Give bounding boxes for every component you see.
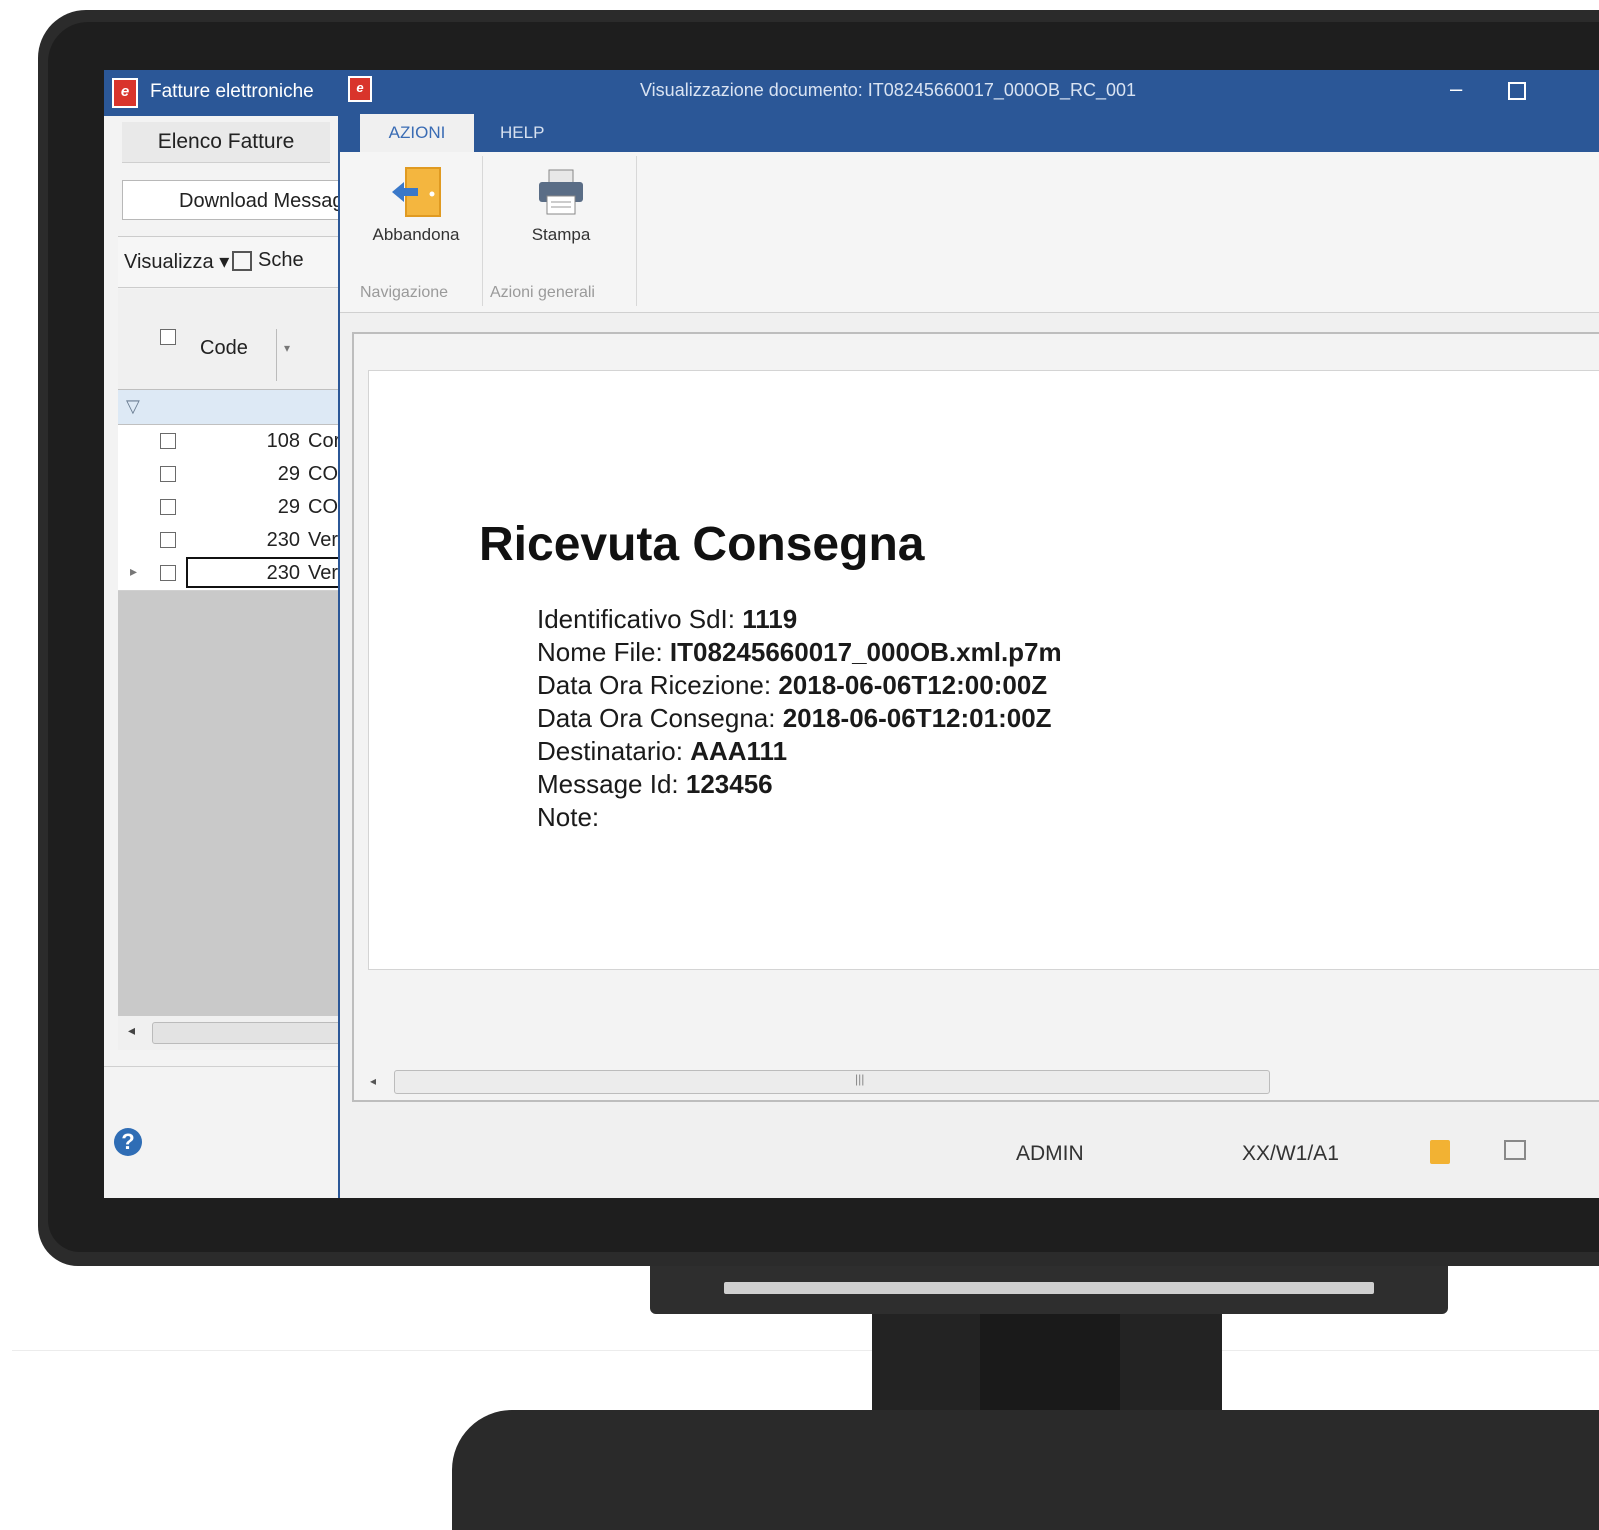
- monitor-base: [452, 1410, 1599, 1530]
- app-logo-icon: e: [112, 78, 138, 108]
- row-checkbox[interactable]: [160, 466, 176, 482]
- field-note: Note:: [537, 802, 600, 832]
- scroll-thumb[interactable]: [152, 1022, 354, 1044]
- left-window-title: Fatture elettroniche: [150, 81, 314, 102]
- schede-icon: [232, 251, 252, 271]
- filter-row[interactable]: ▽: [118, 390, 358, 425]
- document-heading: Ricevuta Consegna: [479, 518, 925, 571]
- row-checkbox[interactable]: [160, 499, 176, 515]
- column-divider: [276, 329, 277, 381]
- scroll-left-icon[interactable]: ◂: [370, 1074, 376, 1088]
- tab-help[interactable]: HELP: [500, 114, 544, 152]
- document-page: Ricevuta Consegna Identificativo SdI: 11…: [368, 370, 1599, 970]
- screen: e Fatture elettroniche Elenco Fatture Do…: [104, 70, 1599, 1198]
- document-viewer-window: e Visualizzazione documento: IT082456600…: [338, 70, 1599, 1198]
- minimize-icon[interactable]: –: [1450, 76, 1462, 102]
- invoice-grid: Code ▾ ▽ 108 Cor 29 COI 29 COI 230 Ver ▸…: [118, 289, 358, 1039]
- field-destinatario: Destinatario: AAA111: [537, 736, 788, 766]
- group-separator: [482, 156, 483, 306]
- abbandona-button[interactable]: Abbandona: [356, 164, 476, 245]
- field-identificativo-sdi: Identificativo SdI: 1119: [537, 604, 798, 634]
- grid-horizontal-scrollbar[interactable]: ◂: [118, 1016, 358, 1050]
- row-checkbox[interactable]: [160, 532, 176, 548]
- row-checkbox[interactable]: [160, 433, 176, 449]
- viewer-horizontal-scrollbar[interactable]: ◂ |||: [364, 1070, 1599, 1096]
- doc-window-titlebar: e Visualizzazione documento: IT082456600…: [340, 70, 1599, 114]
- status-user: ADMIN: [1016, 1142, 1084, 1165]
- left-window-titlebar: e Fatture elettroniche: [104, 70, 344, 116]
- floor-line: [12, 1350, 1599, 1351]
- select-all-checkbox[interactable]: [160, 329, 176, 345]
- row-pointer-icon: ▸: [130, 563, 138, 579]
- table-row[interactable]: 230 Ver: [118, 524, 358, 558]
- left-window-body: Elenco Fatture Download Messag Visualizz…: [104, 116, 382, 1198]
- field-data-ora-ricezione: Data Ora Ricezione: 2018-06-06T12:00:00Z: [537, 670, 1048, 700]
- row-code: 230: [266, 529, 300, 551]
- network-icon: [1504, 1140, 1526, 1160]
- printer-icon: [539, 169, 583, 215]
- field-data-ora-consegna: Data Ora Consegna: 2018-06-06T12:01:00Z: [537, 703, 1052, 733]
- maximize-icon[interactable]: [1508, 82, 1526, 100]
- scroll-left-icon[interactable]: ◂: [128, 1022, 135, 1039]
- tab-elenco-fatture[interactable]: Elenco Fatture: [122, 122, 330, 163]
- divider: [104, 1066, 344, 1067]
- sort-dropdown-icon[interactable]: ▾: [284, 341, 290, 355]
- grid-toolbar: Visualizza ▾ Sche: [118, 236, 358, 288]
- group-azioni-generali: Azioni generali: [490, 284, 595, 301]
- ribbon-tabs: AZIONI HELP: [340, 114, 1599, 152]
- row-desc: Cor: [308, 430, 341, 452]
- filter-icon: ▽: [126, 396, 140, 416]
- stampa-button[interactable]: Stampa: [506, 164, 616, 245]
- help-icon[interactable]: ?: [114, 1128, 142, 1156]
- visualizza-dropdown[interactable]: Visualizza ▾: [124, 249, 229, 274]
- row-desc: Ver: [308, 529, 339, 551]
- stampa-label: Stampa: [531, 225, 591, 244]
- document-viewer: Ricevuta Consegna Identificativo SdI: 11…: [352, 332, 1599, 1102]
- status-path: XX/W1/A1: [1242, 1142, 1339, 1165]
- grid-header: Code ▾: [118, 289, 358, 390]
- row-code: 29: [277, 463, 300, 485]
- doc-window-title: Visualizzazione documento: IT08245660017…: [640, 80, 1137, 100]
- tab-azioni[interactable]: AZIONI: [360, 114, 474, 152]
- code-column-header[interactable]: Code: [200, 337, 248, 360]
- schede-button[interactable]: Sche: [258, 249, 304, 272]
- row-code: 108: [266, 430, 300, 452]
- app-logo-icon: e: [348, 76, 372, 102]
- status-bar: ADMIN XX/W1/A1: [340, 1134, 1599, 1198]
- table-row[interactable]: 29 COI: [118, 491, 358, 525]
- table-row[interactable]: 29 COI: [118, 458, 358, 492]
- field-nome-file: Nome File: IT08245660017_000OB.xml.p7m: [537, 637, 1062, 667]
- group-navigazione: Navigazione: [360, 284, 449, 301]
- folder-check-icon: [1430, 1140, 1450, 1164]
- row-code: 29: [277, 496, 300, 518]
- scroll-thumb[interactable]: |||: [394, 1070, 1270, 1094]
- exit-door-icon: [392, 167, 441, 217]
- table-row-selected[interactable]: ▸ 230 Ver: [118, 557, 358, 591]
- row-desc: Ver: [308, 562, 339, 584]
- ribbon: Abbandona Stampa Navigazione Azioni gene…: [340, 152, 1599, 313]
- document-fields: Identificativo SdI: 1119 Nome File: IT08…: [537, 603, 1062, 834]
- table-row[interactable]: 108 Cor: [118, 425, 358, 459]
- field-message-id: Message Id: 123456: [537, 769, 773, 799]
- abbandona-label: Abbandona: [372, 225, 460, 244]
- row-code: 230: [266, 562, 300, 584]
- monitor-chin-slot: [724, 1282, 1374, 1294]
- group-separator: [636, 156, 637, 306]
- row-checkbox[interactable]: [160, 565, 176, 581]
- scroll-grip-icon: |||: [855, 1072, 865, 1086]
